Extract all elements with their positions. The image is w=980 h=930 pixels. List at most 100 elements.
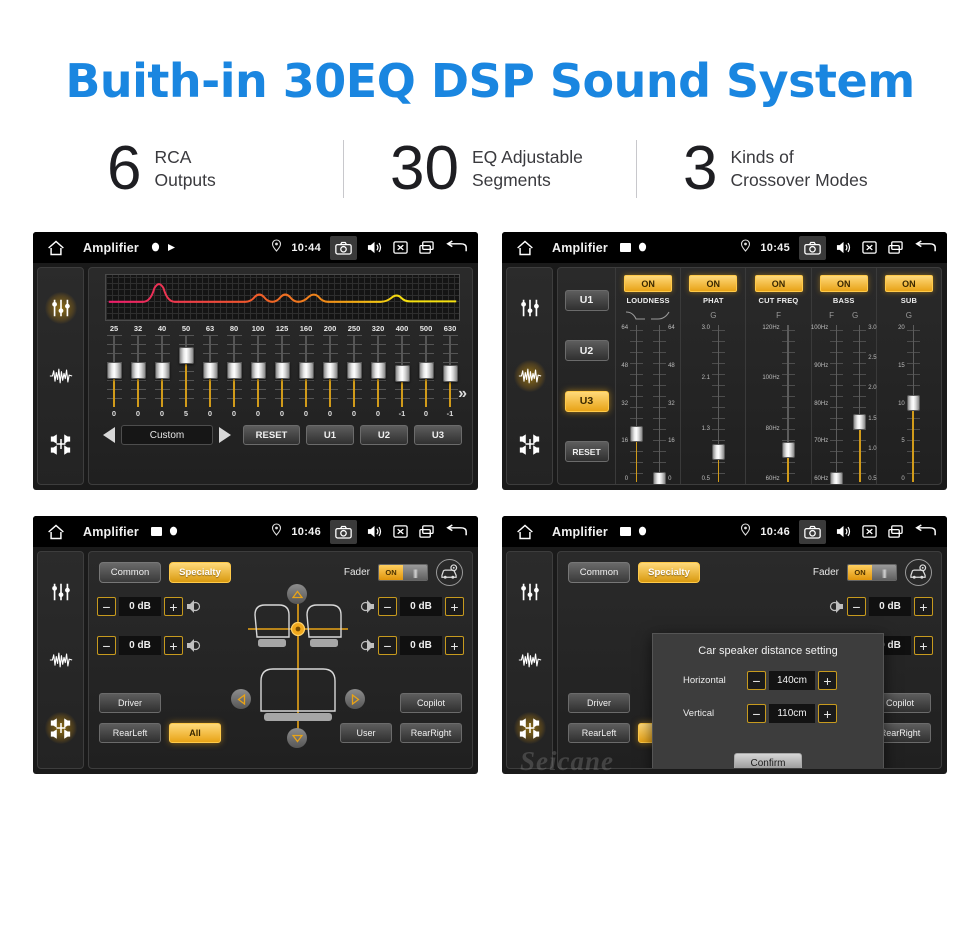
triangle-up-icon[interactable] [287,584,307,604]
increment-button[interactable]: + [445,636,464,655]
eq-slider-thumb[interactable] [418,362,434,379]
volume-icon[interactable] [366,524,383,539]
slider-thumb[interactable] [853,414,867,431]
slider-track[interactable] [853,323,867,484]
camera-icon[interactable] [799,235,826,260]
triangle-right-icon[interactable] [345,689,365,709]
sidebar-item-waveform[interactable] [45,644,77,676]
eq-slider-thumb[interactable] [226,362,242,379]
sidebar-item-waveform[interactable] [45,360,77,392]
preset-u3-button[interactable]: U3 [414,425,462,445]
sidebar-item-equalizer[interactable] [514,292,546,324]
slider-thumb[interactable] [630,425,644,442]
increment-button[interactable]: + [164,597,183,616]
reset-button[interactable]: RESET [564,441,609,463]
camera-icon[interactable] [330,519,357,544]
close-box-icon[interactable] [861,240,878,255]
eq-slider-track[interactable] [154,335,170,407]
sidebar-item-crossover[interactable] [44,712,77,744]
eq-slider-track[interactable] [298,335,314,407]
eq-preset-name[interactable]: Custom [121,425,213,445]
car-settings-icon[interactable] [905,559,932,586]
home-icon[interactable] [45,239,67,257]
decrement-button[interactable]: − [97,597,116,616]
confirm-button[interactable]: Confirm [734,753,802,768]
fader-toggle[interactable]: ON ||| [378,564,428,581]
decrement-button[interactable]: − [747,704,766,723]
eq-slider-thumb[interactable] [442,365,458,382]
close-box-icon[interactable] [861,524,878,539]
back-icon[interactable] [913,240,937,255]
recents-icon[interactable] [418,240,435,255]
eq-slider-thumb[interactable] [106,362,122,379]
preset-u1-button[interactable]: U1 [306,425,354,445]
preset-user-button[interactable]: User [340,723,392,743]
close-box-icon[interactable] [392,524,409,539]
back-icon[interactable] [444,240,468,255]
preset-u1-button[interactable]: U1 [564,289,609,311]
sidebar-item-waveform[interactable] [514,644,546,676]
slider-track[interactable] [906,323,920,484]
eq-slider-track[interactable] [442,335,458,407]
preset-u2-button[interactable]: U2 [564,340,609,362]
tab-common[interactable]: Common [99,562,161,583]
recents-icon[interactable] [887,524,904,539]
car-settings-icon[interactable] [436,559,463,586]
back-icon[interactable] [444,524,468,539]
decrement-button[interactable]: − [378,597,397,616]
eq-slider-thumb[interactable] [250,362,266,379]
sidebar-item-equalizer[interactable] [45,576,77,608]
eq-slider-thumb[interactable] [298,362,314,379]
sidebar-item-equalizer[interactable] [514,576,546,608]
eq-slider-track[interactable] [418,335,434,407]
eq-slider-thumb[interactable] [154,362,170,379]
triangle-left-icon[interactable] [231,689,251,709]
increment-button[interactable]: + [445,597,464,616]
slider-thumb[interactable] [653,471,667,484]
increment-button[interactable]: + [164,636,183,655]
eq-slider-track[interactable] [346,335,362,407]
slider-thumb[interactable] [711,443,725,460]
slider-thumb[interactable] [906,395,920,412]
volume-icon[interactable] [366,240,383,255]
home-icon[interactable] [514,523,536,541]
eq-slider-thumb[interactable] [202,362,218,379]
sidebar-item-crossover[interactable] [45,428,77,460]
eq-slider-thumb[interactable] [322,362,338,379]
eq-slider-thumb[interactable] [178,347,194,364]
eq-slider-track[interactable] [370,335,386,407]
preset-rearleft-button[interactable]: RearLeft [99,723,161,743]
eq-slider-thumb[interactable] [346,362,362,379]
volume-icon[interactable] [835,524,852,539]
double-chevron-right-icon[interactable]: » [458,386,467,402]
tab-specialty[interactable]: Specialty [638,562,700,583]
decrement-button[interactable]: − [378,636,397,655]
on-toggle-button[interactable]: ON [624,275,673,292]
recents-icon[interactable] [887,240,904,255]
on-toggle-button[interactable]: ON [689,275,738,292]
eq-slider-track[interactable] [274,335,290,407]
slider-track[interactable] [711,323,725,484]
increment-button[interactable]: + [818,704,837,723]
home-icon[interactable] [45,523,67,541]
slider-thumb[interactable] [781,442,795,459]
home-icon[interactable] [514,239,536,257]
triangle-right-icon[interactable] [219,427,231,443]
slider-thumb[interactable] [830,471,844,484]
back-icon[interactable] [913,524,937,539]
eq-slider-track[interactable] [322,335,338,407]
slider-track[interactable] [781,323,795,484]
on-toggle-button[interactable]: ON [819,275,868,292]
eq-slider-track[interactable] [394,335,410,407]
sidebar-item-equalizer[interactable] [44,292,77,324]
preset-u2-button[interactable]: U2 [360,425,408,445]
preset-all-button[interactable]: All [169,723,221,743]
eq-slider-track[interactable] [202,335,218,407]
eq-slider-track[interactable] [226,335,242,407]
eq-slider-track[interactable] [130,335,146,407]
eq-slider-thumb[interactable] [130,362,146,379]
decrement-button[interactable]: − [97,636,116,655]
preset-u3-button[interactable]: U3 [564,390,609,412]
decrement-button[interactable]: − [747,671,766,690]
sidebar-item-crossover[interactable] [514,428,546,460]
